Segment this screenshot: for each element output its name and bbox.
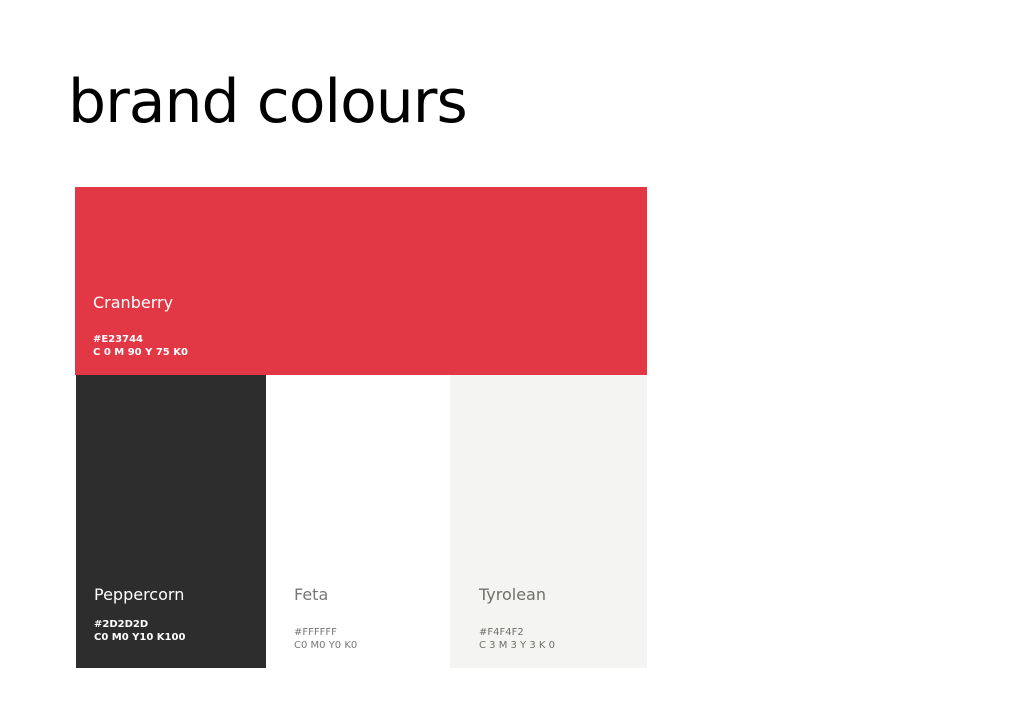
swatch-cmyk: C0 M0 Y10 K100 [94, 632, 186, 643]
brand-colours-page: brand colours Cranberry #E23744 C 0 M 90… [0, 0, 1024, 718]
swatch-tyrolean: Tyrolean #F4F4F2 C 3 M 3 Y 3 K 0 [450, 375, 647, 668]
swatch-codes: #E23744 C 0 M 90 Y 75 K0 [93, 333, 188, 359]
swatch-feta: Feta #FFFFFF C0 M0 Y0 K0 [266, 375, 450, 668]
swatch-codes: #2D2D2D C0 M0 Y10 K100 [94, 618, 185, 644]
swatch-cmyk: C 0 M 90 Y 75 K0 [93, 347, 188, 358]
swatch-name: Cranberry [93, 293, 174, 312]
swatch-codes: #F4F4F2 C 3 M 3 Y 3 K 0 [479, 626, 555, 652]
swatch-name: Peppercorn [94, 585, 185, 604]
swatch-name: Feta [294, 585, 329, 604]
swatch-cranberry: Cranberry #E23744 C 0 M 90 Y 75 K0 [75, 187, 647, 375]
swatch-cmyk: C0 M0 Y0 K0 [294, 640, 358, 651]
swatch-hex: #F4F4F2 [479, 627, 524, 638]
swatch-cmyk: C 3 M 3 Y 3 K 0 [479, 640, 555, 651]
swatch-name: Tyrolean [479, 585, 546, 604]
swatch-hex: #2D2D2D [94, 619, 149, 630]
swatch-peppercorn: Peppercorn #2D2D2D C0 M0 Y10 K100 [76, 375, 266, 668]
page-title: brand colours [68, 67, 468, 137]
swatch-hex: #FFFFFF [294, 627, 337, 638]
swatch-codes: #FFFFFF C0 M0 Y0 K0 [294, 626, 357, 652]
swatch-hex: #E23744 [93, 334, 143, 345]
